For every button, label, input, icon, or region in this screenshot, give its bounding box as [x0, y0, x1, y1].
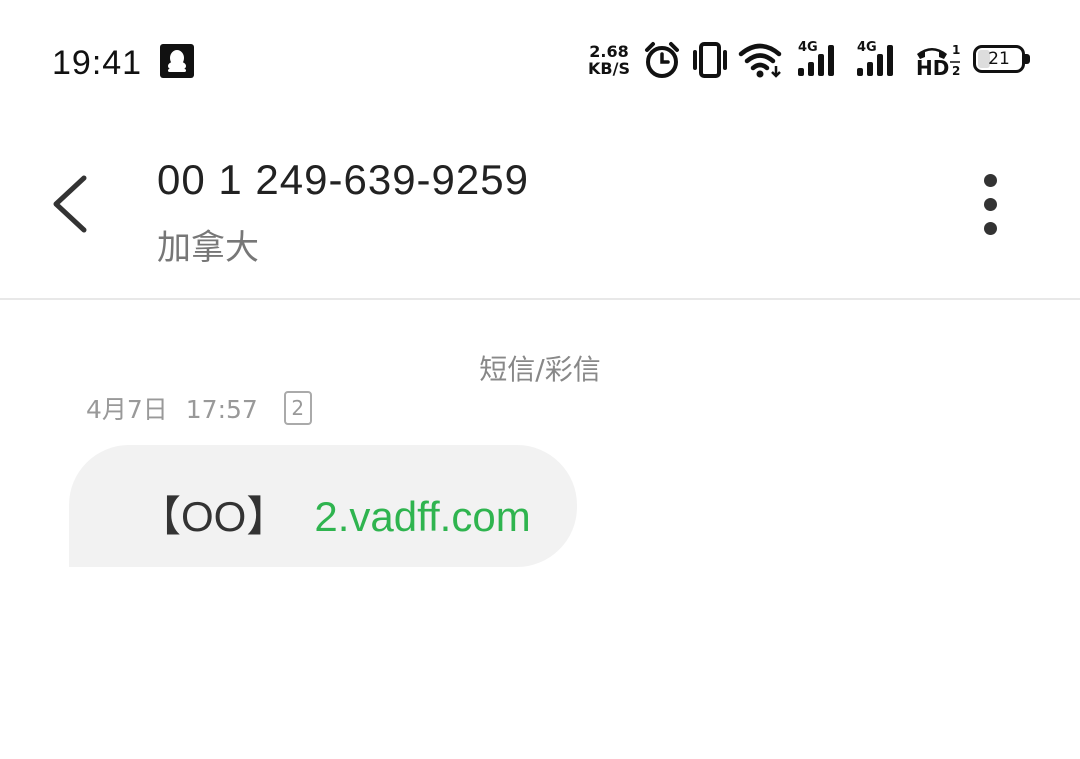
contact-number: 00 1 249-639-9259 [157, 156, 529, 203]
message-channel-label: 短信/彩信 [479, 353, 601, 386]
net-speed-unit: KB/S [588, 59, 630, 78]
svg-text:2: 2 [952, 64, 960, 78]
sim-slot-icon: 2 [283, 391, 312, 425]
signal-icon: 4G [855, 40, 903, 80]
vibrate-icon [693, 42, 727, 78]
signal-icon: 4G [796, 40, 844, 80]
svg-text:1: 1 [952, 43, 960, 57]
message-meta: 4月7日 17:57 2 [86, 390, 312, 428]
status-time: 19:41 [52, 44, 143, 82]
net-speed-value: 2.68 [589, 42, 629, 61]
message-time: 17:57 [185, 395, 258, 424]
wifi-icon [738, 43, 782, 78]
alarm-icon [645, 42, 679, 78]
back-arrow-icon[interactable] [46, 172, 96, 236]
message-link[interactable]: 2.vadff.com [314, 493, 530, 540]
qq-icon [160, 44, 194, 78]
contact-location: 加拿大 [157, 228, 259, 268]
hd-call-icon: 1 2 HD [914, 40, 962, 80]
battery-level: 21 [988, 49, 1010, 69]
more-options-icon[interactable] [970, 174, 1010, 238]
hd-label: HD [916, 56, 950, 80]
message-sender-tag: 【OO】 [139, 493, 289, 540]
message-date: 4月7日 [86, 395, 168, 424]
message-bubble[interactable]: 【OO】 2.vadff.com [69, 445, 577, 567]
battery-icon: 21 [973, 45, 1030, 73]
net-speed: 2.68 KB/S [584, 43, 634, 77]
conversation-header: 00 1 249-639-9259 加拿大 [0, 120, 1080, 300]
status-bar: 19:41 2.68 KB/S 4G 4G 1 2 HD 21 [0, 0, 1080, 120]
